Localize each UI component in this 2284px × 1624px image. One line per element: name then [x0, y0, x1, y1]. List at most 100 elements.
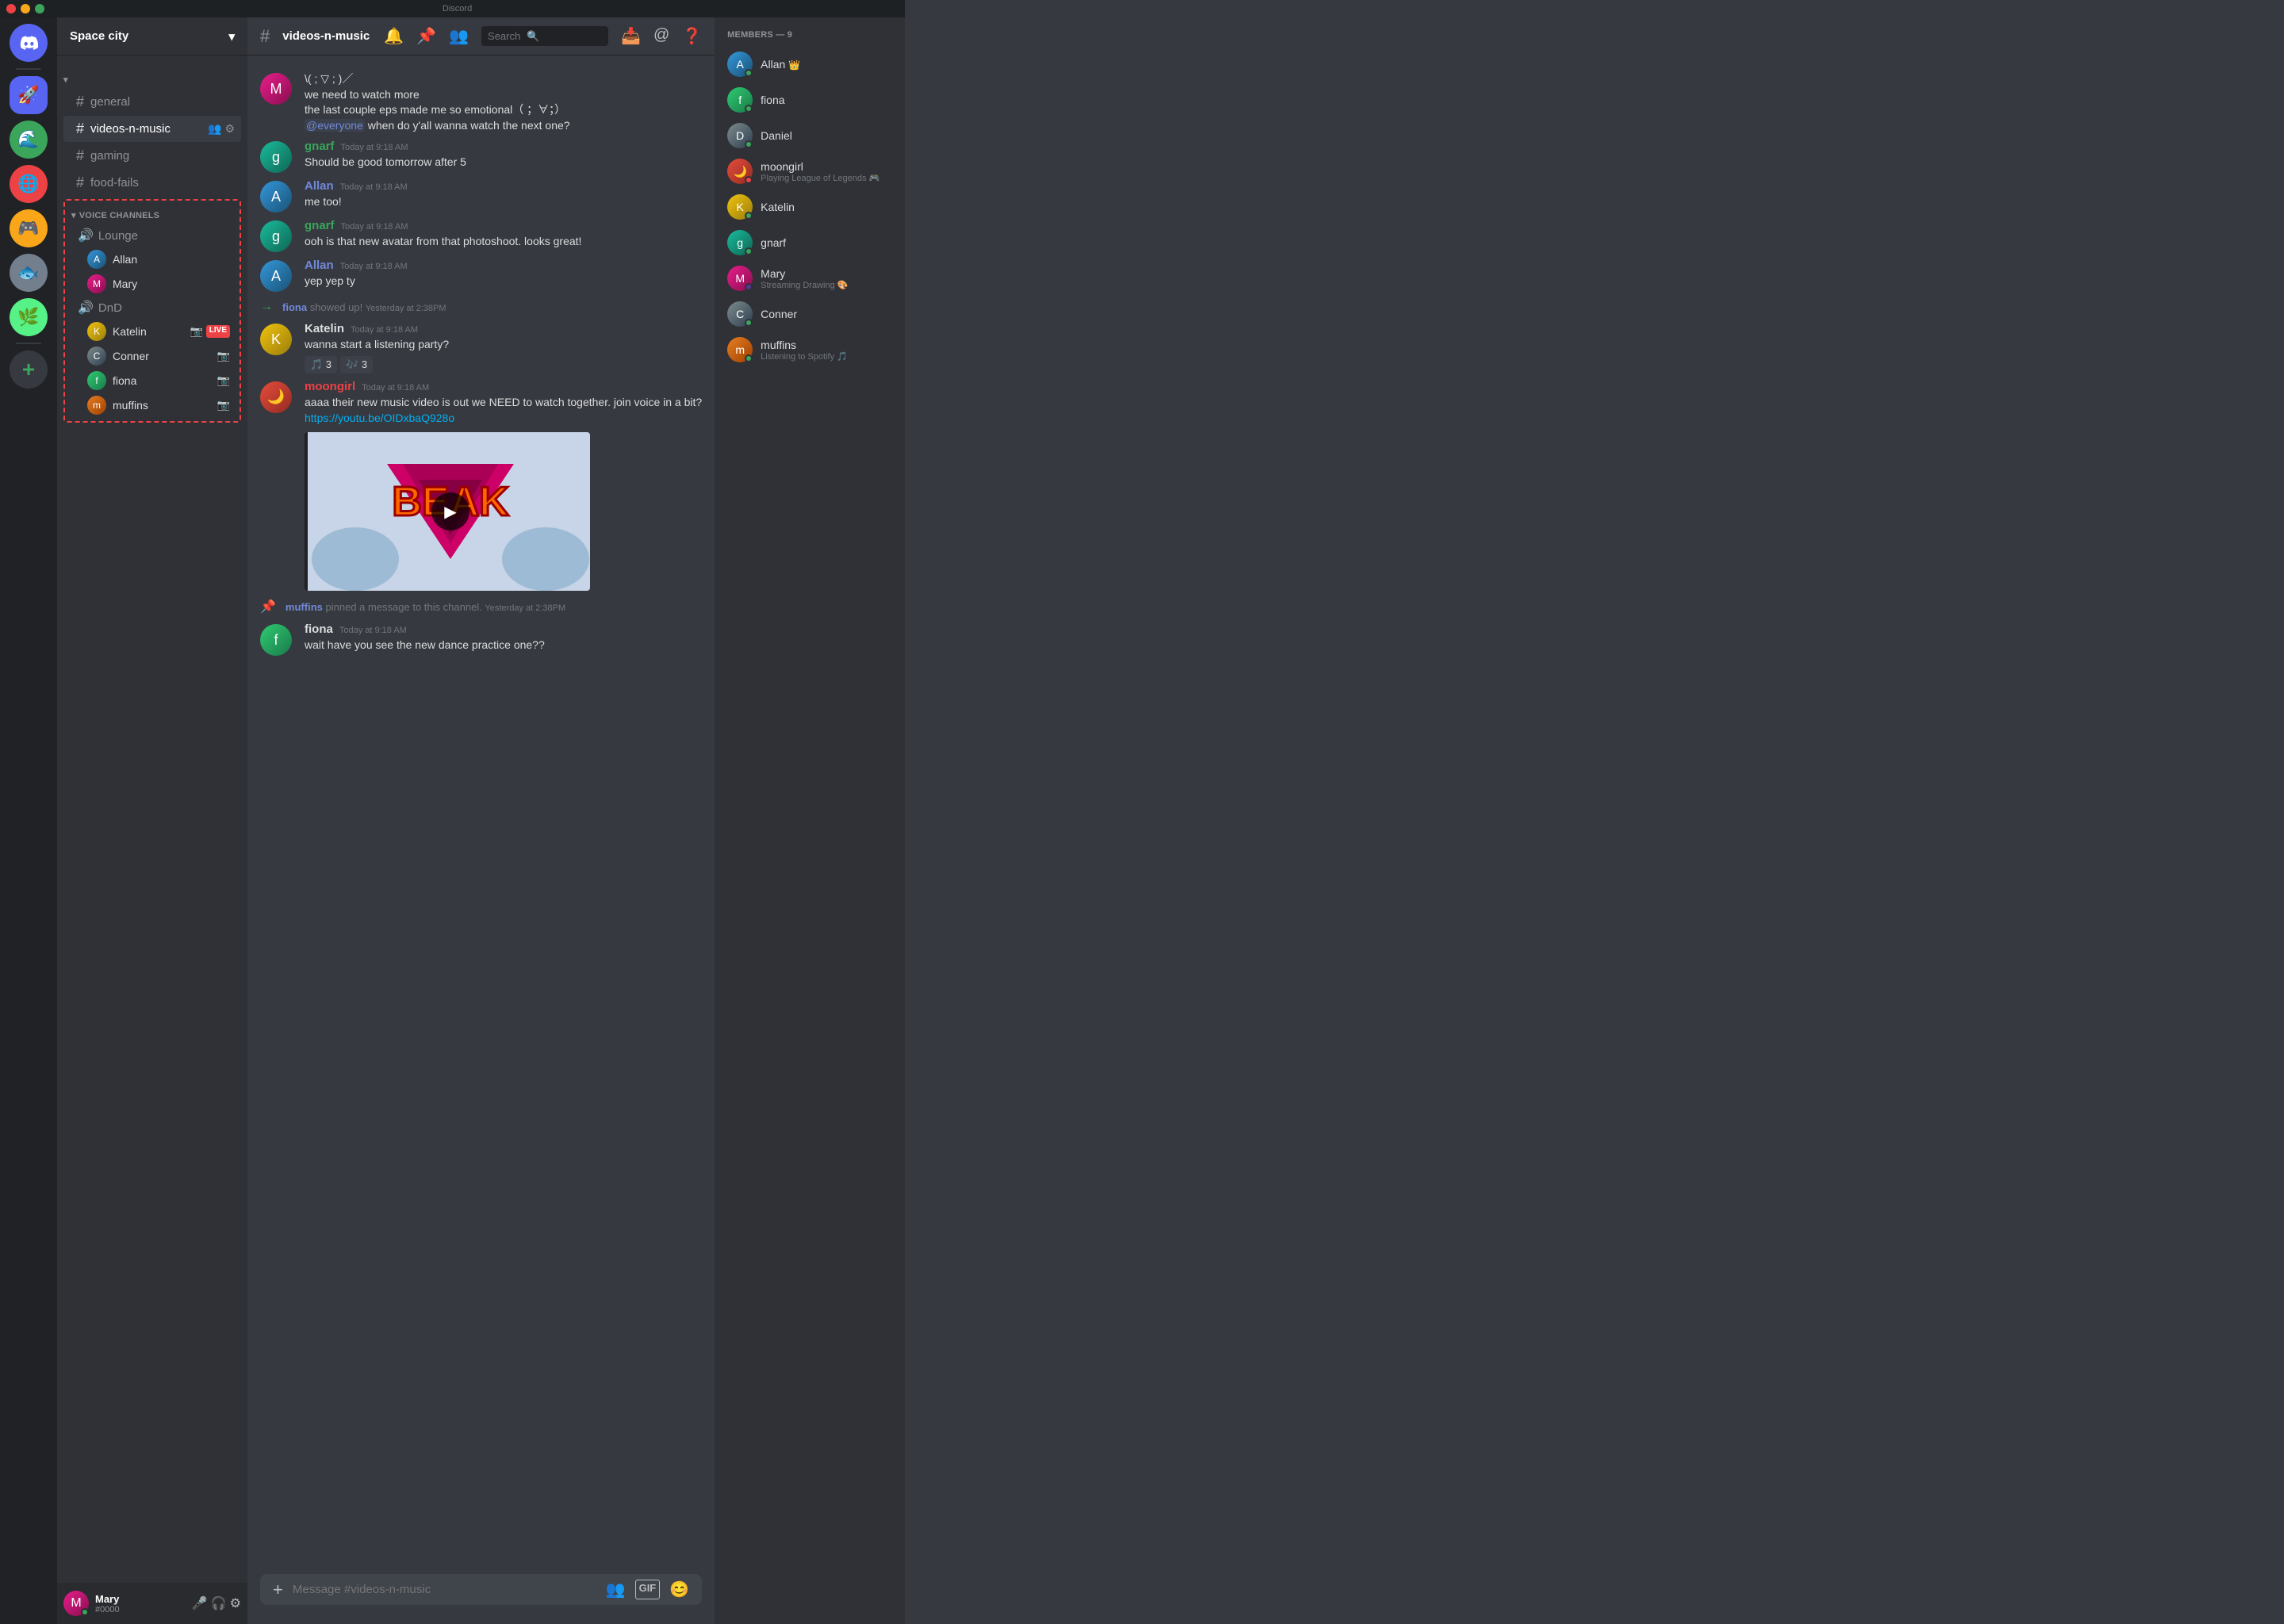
member-item-mary[interactable]: M Mary Streaming Drawing 🎨	[721, 261, 899, 296]
voice-channels-category[interactable]: ▾ Voice Channels	[65, 204, 240, 224]
current-user-status	[81, 1608, 89, 1616]
voice-channel-lounge[interactable]: 🔊 Lounge	[68, 224, 236, 247]
search-bar[interactable]: Search 🔍	[481, 26, 608, 46]
message-avatar-moongirl: 🌙	[260, 381, 292, 413]
message-input[interactable]	[293, 1574, 596, 1605]
message-author-allan-2[interactable]: Allan	[305, 259, 334, 272]
member-info-muffins: muffins Listening to Spotify 🎵	[761, 339, 892, 362]
channel-item-videos-n-music[interactable]: # videos-n-music 👥 ⚙	[63, 116, 241, 142]
member-status-muffins: Listening to Spotify 🎵	[761, 351, 892, 362]
member-item-gnarf[interactable]: g gnarf	[721, 225, 899, 260]
discord-home-icon[interactable]	[10, 24, 48, 62]
message-timestamp-fiona: Today at 9:18 AM	[339, 626, 407, 635]
member-name-katelin: Katelin	[761, 201, 892, 213]
member-item-moongirl[interactable]: 🌙 moongirl Playing League of Legends 🎮	[721, 154, 899, 189]
channel-item-food-fails[interactable]: # food-fails	[63, 170, 241, 196]
members-toggle-icon[interactable]: 👥	[449, 26, 469, 46]
mention-everyone[interactable]: @everyone	[305, 119, 365, 132]
message-gnarf-1: g gnarf Today at 9:18 AM Should be good …	[247, 136, 715, 176]
people-icon[interactable]: 👥	[606, 1580, 626, 1599]
close-button[interactable]	[6, 4, 16, 13]
mention-icon[interactable]: @	[653, 26, 669, 46]
voice-user-conner[interactable]: C Conner 📷	[68, 344, 236, 368]
video-icon-conner: 📷	[217, 350, 230, 362]
reaction-music-note[interactable]: 🎵 3	[305, 356, 337, 373]
server-icon-5[interactable]: 🐟	[10, 254, 48, 292]
channel-hash-icon: #	[76, 121, 84, 137]
emoji-icon[interactable]: 😊	[669, 1580, 689, 1599]
member-status-dot-conner	[745, 319, 753, 327]
mute-icon[interactable]: 🎤	[192, 1595, 208, 1611]
member-item-allan[interactable]: A Allan 👑	[721, 47, 899, 82]
member-avatar-wrap-katelin: K	[727, 194, 753, 220]
voice-channel-dnd[interactable]: 🔊 DnD	[68, 297, 236, 319]
message-timestamp-gnarf-2: Today at 9:18 AM	[341, 222, 408, 232]
member-status-mary: Streaming Drawing 🎨	[761, 280, 892, 290]
message-content-allan-1: Allan Today at 9:18 AM me too!	[305, 179, 702, 213]
member-item-katelin[interactable]: K Katelin	[721, 190, 899, 224]
voice-user-allan[interactable]: A Allan	[68, 247, 236, 271]
gif-icon[interactable]: GIF	[635, 1580, 661, 1599]
voice-user-fiona[interactable]: f fiona 📷	[68, 369, 236, 393]
video-play-button[interactable]: ▶	[431, 492, 469, 530]
help-icon[interactable]: ❓	[682, 26, 702, 46]
message-text-allan-2: yep yep ty	[305, 274, 702, 289]
channel-item-gaming[interactable]: # gaming	[63, 143, 241, 169]
channel-icons: 👥 ⚙	[208, 122, 235, 136]
voice-user-muffins[interactable]: m muffins 📷	[68, 393, 236, 417]
member-name-daniel: Daniel	[761, 129, 892, 142]
message-header-moongirl: moongirl Today at 9:18 AM	[305, 380, 702, 393]
member-name-gnarf: gnarf	[761, 236, 892, 249]
messages-container[interactable]: M \( ; ▽ ; )／ we need to watch more the …	[247, 56, 715, 1574]
server-icon-6[interactable]: 🌿	[10, 298, 48, 336]
system-author-muffins[interactable]: muffins	[286, 601, 323, 613]
member-info-moongirl: moongirl Playing League of Legends 🎮	[761, 160, 892, 183]
message-author-gnarf-2[interactable]: gnarf	[305, 219, 335, 232]
system-author-fiona[interactable]: fiona	[282, 301, 307, 313]
current-user-info: Mary #0000	[95, 1593, 186, 1614]
main-content: # videos-n-music 🔔 📌 👥 Search 🔍 📥 @ ❓	[247, 17, 715, 1624]
server-icon-space-city[interactable]: 🚀	[10, 76, 48, 114]
moongirl-link[interactable]: https://youtu.be/OIDxbaQ928o	[305, 412, 454, 424]
server-icon-3[interactable]: 🌐	[10, 165, 48, 203]
deafen-icon[interactable]: 🎧	[211, 1595, 227, 1611]
voice-user-avatar-muffins: m	[87, 396, 106, 415]
channel-header-hash-icon: #	[260, 26, 270, 47]
server-icon-4[interactable]: 🎮	[10, 209, 48, 247]
message-author-katelin[interactable]: Katelin	[305, 322, 344, 335]
message-author-allan-1[interactable]: Allan	[305, 179, 334, 193]
message-text-fiona: wait have you see the new dance practice…	[305, 638, 702, 653]
server-header[interactable]: Space city ▾	[57, 17, 247, 56]
add-server-button[interactable]: +	[10, 350, 48, 389]
text-channels-category[interactable]: ▾	[57, 62, 247, 88]
notification-icon[interactable]: 🔔	[384, 26, 404, 46]
inbox-icon[interactable]: 📥	[621, 26, 641, 46]
message-input-icons: 👥 GIF 😊	[606, 1580, 689, 1599]
channel-item-general[interactable]: # general	[63, 89, 241, 115]
member-item-daniel[interactable]: D Daniel	[721, 118, 899, 153]
message-timestamp-allan-1: Today at 9:18 AM	[340, 182, 408, 192]
voice-user-icons-fiona: 📷	[217, 374, 230, 387]
reaction-music-notes[interactable]: 🎶 3	[340, 356, 373, 373]
pin-icon[interactable]: 📌	[416, 26, 436, 46]
speaker-icon: 🔊	[78, 228, 94, 243]
member-item-fiona[interactable]: f fiona	[721, 82, 899, 117]
message-author-fiona[interactable]: fiona	[305, 622, 333, 636]
minimize-button[interactable]	[21, 4, 30, 13]
video-thumbnail[interactable]: BEAK ▶	[308, 432, 590, 591]
voice-channels-section: ▾ Voice Channels 🔊 Lounge A Allan M M	[63, 199, 241, 423]
settings-icon[interactable]: ⚙	[230, 1595, 241, 1611]
add-attachment-button[interactable]: +	[273, 1580, 283, 1600]
message-author-moongirl[interactable]: moongirl	[305, 380, 355, 393]
voice-user-mary[interactable]: M Mary	[68, 272, 236, 296]
system-pinned-msg: pinned a message to this channel.	[326, 601, 485, 613]
settings-icon[interactable]: ⚙	[224, 122, 235, 136]
voice-user-avatar-mary: M	[87, 274, 106, 293]
server-icon-2[interactable]: 🌊	[10, 121, 48, 159]
message-katelin: K Katelin Today at 9:18 AM wanna start a…	[247, 319, 715, 377]
voice-user-katelin[interactable]: K Katelin 📷 LIVE	[68, 320, 236, 343]
maximize-button[interactable]	[35, 4, 44, 13]
member-item-conner[interactable]: C Conner	[721, 297, 899, 331]
member-item-muffins[interactable]: m muffins Listening to Spotify 🎵	[721, 332, 899, 367]
message-author-gnarf-1[interactable]: gnarf	[305, 140, 335, 153]
